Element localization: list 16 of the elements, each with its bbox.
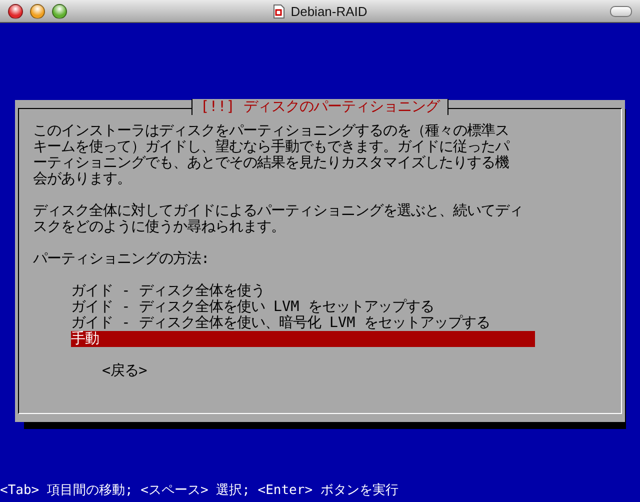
menu-option[interactable]: ガイド - ディスク全体を使い LVM をセットアップする: [71, 299, 535, 315]
help-text: <Tab> 項目間の移動; <スペース> 選択; <Enter> ボタンを実行: [0, 482, 400, 500]
minimize-button[interactable]: [30, 4, 45, 19]
menu-option[interactable]: ガイド - ディスク全体を使い、暗号化 LVM をセットアップする: [71, 315, 535, 331]
prompt-label: パーティショニングの方法:: [33, 251, 211, 267]
document-icon: [272, 4, 285, 18]
zoom-button[interactable]: [52, 4, 67, 19]
back-button[interactable]: <戻る>: [102, 363, 148, 379]
toolbar-toggle-button[interactable]: [610, 6, 632, 17]
description-text: ディスク全体に対してガイドによるパーティショニングを選ぶと、続いてディ スクをどのように使うか尋ねられます。: [33, 203, 524, 235]
close-button[interactable]: [8, 4, 23, 19]
menu-option[interactable]: 手動: [71, 331, 535, 347]
dialog-title: [!!] ディスクのパーティショニング: [191, 99, 449, 115]
menu-option[interactable]: ガイド - ディスク全体を使う: [71, 283, 535, 299]
description-text: このインストーラはディスクをパーティショニングするのを（種々の標準ス キームを使って）ガイドし、望むなら手動でもできます。ガイドに従ったパ ーティショニングでも、あとでその結果を見たりカスタマイズしたりする機 会があります。: [33, 123, 510, 187]
window-title: Debian-RAID: [290, 4, 368, 18]
